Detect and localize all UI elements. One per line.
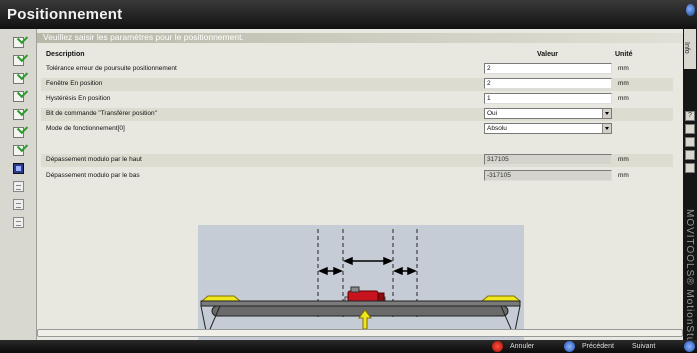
step-done-icon[interactable] [13, 145, 24, 156]
arrow-right-icon [684, 341, 695, 352]
step-pending-icon[interactable] [13, 181, 24, 192]
select-value: Absolu [487, 125, 507, 132]
param-unit: mm [618, 95, 629, 102]
info-tab[interactable]: Info [683, 29, 696, 69]
positioning-diagram [198, 225, 524, 346]
info-label: Info [683, 42, 690, 54]
column-header-unit: Unité [615, 51, 633, 58]
title-bar: Positionnement [0, 0, 697, 29]
step-done-icon[interactable] [13, 109, 24, 120]
settings-icon[interactable] [685, 150, 695, 160]
param-label: Mode de fonctionnement[0] [46, 125, 125, 132]
step-pending-icon[interactable] [13, 217, 24, 228]
instruction-text: Veuillez saisir les paramètres pour le p… [43, 32, 244, 42]
column-header-value: Valeur [537, 51, 559, 58]
param-row-tolerance: Tolérance erreur de poursuite positionne… [41, 63, 673, 76]
brand-label: MOVITOOLS® MotionStudio [684, 209, 695, 353]
document-icon[interactable] [685, 137, 695, 147]
app-window: Positionnement Veuillez saisir les param… [0, 0, 697, 353]
right-toolbar: Info ? MOVITOOLS® MotionStudio [683, 29, 697, 353]
param-unit: mm [618, 156, 629, 163]
help-icon[interactable]: ? [685, 111, 695, 121]
param-row-modulo-high: Dépassement modulo par le haut 317105 mm [41, 154, 673, 167]
modulo-high-value: 317105 [484, 154, 612, 165]
globe-icon[interactable] [686, 4, 695, 16]
param-label: Fenêtre En position [46, 80, 103, 87]
param-label: Hystérésis En position [46, 95, 111, 102]
param-label: Dépassement modulo par le haut [46, 156, 142, 163]
mode-select[interactable]: Absolu [484, 123, 612, 134]
previous-label: Précédent [582, 343, 614, 350]
hysteresis-input[interactable]: 1 [484, 93, 612, 104]
param-label: Tolérance erreur de poursuite positionne… [46, 65, 177, 72]
step-done-icon[interactable] [13, 73, 24, 84]
transfer-bit-select[interactable]: Oui [484, 108, 612, 119]
param-label: Bit de commande "Transférer position" [46, 110, 157, 117]
window-input[interactable]: 2 [484, 78, 612, 89]
next-label: Suivant [632, 343, 656, 350]
step-done-icon[interactable] [13, 37, 24, 48]
param-row-window: Fenêtre En position 2 mm [41, 78, 673, 91]
chevron-down-icon[interactable] [602, 124, 611, 133]
column-header-description: Description [46, 51, 85, 58]
wizard-navigation: Annuler Précédent Suivant [0, 340, 697, 353]
modulo-low-value: -317105 [484, 170, 612, 181]
instruction-banner: Veuillez saisir les paramètres pour le p… [37, 32, 683, 43]
chevron-down-icon[interactable] [602, 109, 611, 118]
cancel-label: Annuler [510, 343, 535, 350]
step-done-icon[interactable] [13, 91, 24, 102]
conveyor-illustration [200, 229, 522, 337]
arrow-left-icon [564, 341, 575, 352]
param-row-hysteresis: Hystérésis En position 1 mm [41, 93, 673, 106]
select-value: Oui [487, 110, 498, 117]
close-icon [492, 341, 503, 352]
network-icon[interactable] [685, 163, 695, 173]
wizard-steps-sidebar [0, 29, 37, 340]
step-pending-icon[interactable] [13, 199, 24, 210]
step-done-icon[interactable] [13, 127, 24, 138]
param-row-mode: Mode de fonctionnement[0] Absolu [41, 123, 673, 136]
horizontal-scrollbar[interactable] [37, 329, 683, 337]
param-row-modulo-low: Dépassement modulo par le bas -317105 mm [41, 170, 673, 183]
param-row-transfer-bit: Bit de commande "Transférer position" Ou… [41, 108, 673, 121]
tool-icon[interactable] [685, 124, 695, 134]
tolerance-input[interactable]: 2 [484, 63, 612, 74]
step-current-icon[interactable] [13, 163, 24, 174]
param-unit: mm [618, 172, 629, 179]
param-label: Dépassement modulo par le bas [46, 172, 140, 179]
step-done-icon[interactable] [13, 55, 24, 66]
param-unit: mm [618, 80, 629, 87]
window-title: Positionnement [7, 6, 123, 23]
param-unit: mm [618, 65, 629, 72]
parameter-panel: Veuillez saisir les paramètres pour le p… [37, 29, 683, 346]
